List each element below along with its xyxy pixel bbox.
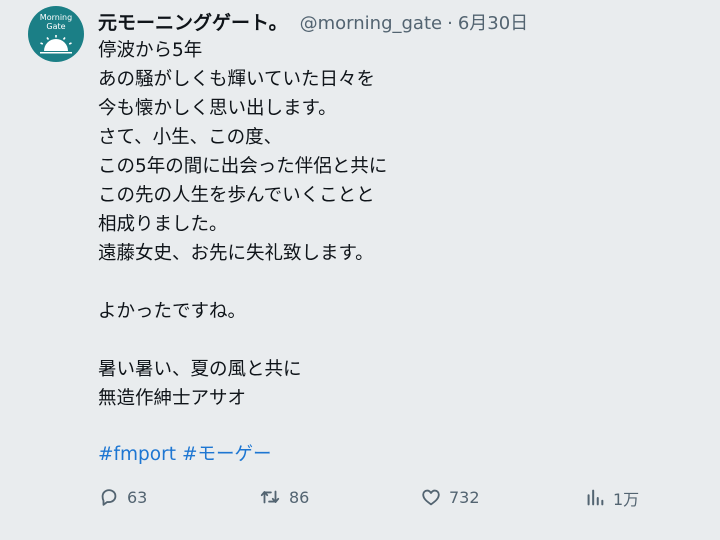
tweet-text-line: 相成りました。 (98, 214, 228, 235)
views-icon (587, 489, 604, 506)
sunrise-logo-icon (40, 35, 72, 54)
tweet-body: 停波から5年あの騒がしくも輝いていた日々を 今も懐かしく思い出します。 さて、小生、… (98, 36, 387, 413)
tweet-text-line: さて、小生、この度、 (98, 127, 283, 148)
tweet-text-line: 遠藤女史、お先に失礼致します。 (98, 243, 374, 264)
hashtag-link[interactable]: #fmport (98, 444, 176, 465)
tweet-header: 元モーニングゲート。 @morning_gate · 6月30日 (98, 8, 528, 35)
tweet-text-line: この5年の間に出会った伴侶と共に (98, 156, 388, 177)
tweet-date[interactable]: 6月30日 (458, 9, 528, 35)
avatar[interactable]: Morning Gate (28, 6, 84, 62)
tweet-text-line: この先の人生を歩んでいくことと (98, 185, 375, 206)
tweet-text-line: よかったですね。 (98, 301, 247, 322)
header-separator: · (447, 13, 453, 34)
view-count: 1万 (613, 490, 640, 509)
user-handle[interactable]: @morning_gate (300, 13, 442, 34)
retweet-icon (260, 490, 280, 504)
hashtags: #fmport #モーゲー (98, 440, 277, 466)
action-bar: 63 86 732 1万 (98, 486, 658, 516)
like-icon (422, 489, 440, 506)
tweet-text-line: あの騒がしくも輝いていた日々を (98, 69, 375, 90)
reply-icon (101, 489, 117, 506)
display-name[interactable]: 元モーニングゲート。 (98, 8, 288, 35)
avatar-logo-text: Morning Gate (28, 13, 84, 31)
views-button[interactable]: 1万 (584, 486, 639, 510)
avatar-logo-line-2: Gate (46, 22, 66, 31)
avatar-logo-line-1: Morning (39, 13, 73, 22)
reply-count: 63 (127, 487, 148, 507)
tweet-text-line: 停波から5年 (98, 40, 203, 61)
retweet-button[interactable]: 86 (258, 486, 309, 508)
retweet-count: 86 (289, 487, 310, 507)
like-button[interactable]: 732 (420, 486, 480, 508)
hashtag-link[interactable]: #モーゲー (182, 444, 272, 465)
tweet-text-line: 今も懐かしく思い出します。 (98, 98, 337, 119)
like-count: 732 (449, 487, 480, 507)
tweet-text-line: 暑い暑い、夏の風と共に (98, 359, 302, 380)
reply-button[interactable]: 63 (98, 486, 147, 508)
tweet-text-line: 無造作紳士アサオ (98, 388, 247, 409)
